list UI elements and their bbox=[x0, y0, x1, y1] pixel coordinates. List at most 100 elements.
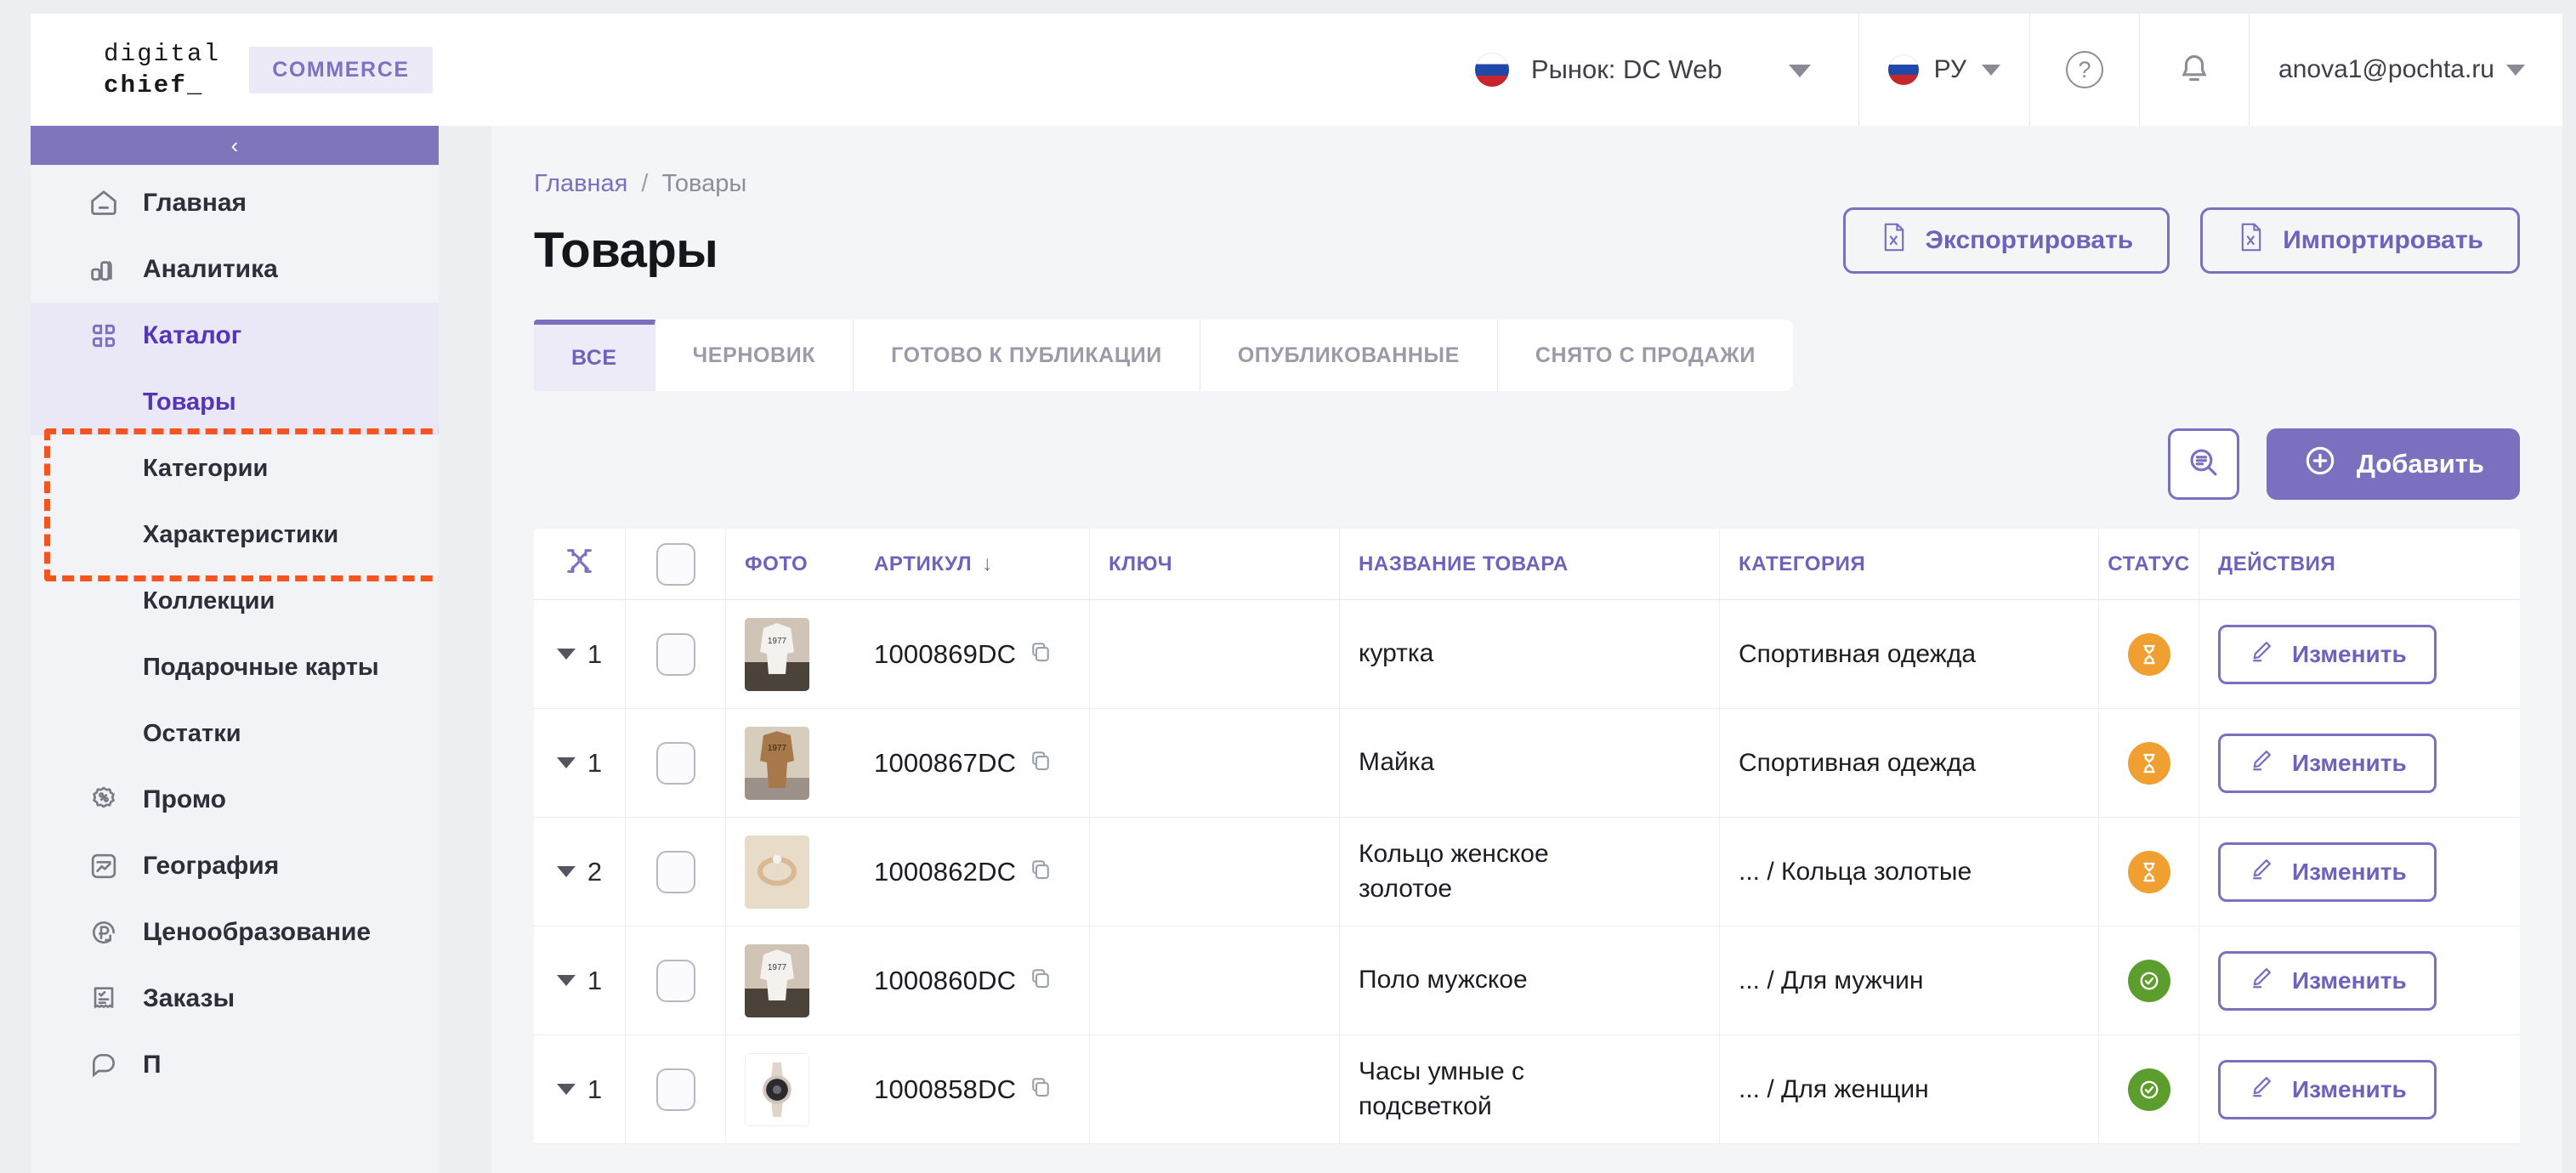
brand[interactable]: digital chief_ COMMERCE bbox=[31, 38, 433, 101]
sidebar-collapse-button[interactable]: ‹ bbox=[31, 126, 439, 165]
tab-snyato-s-prodazhi[interactable]: СНЯТО С ПРОДАЖИ bbox=[1497, 320, 1793, 391]
notifications-button[interactable] bbox=[2139, 14, 2249, 126]
add-button[interactable]: Добавить bbox=[2266, 428, 2520, 500]
column-header-category[interactable]: КАТЕГОРИЯ bbox=[1719, 529, 2098, 599]
sidebar-item-tovary[interactable]: Товары bbox=[31, 369, 439, 435]
row-actions: Изменить bbox=[2199, 926, 2520, 1034]
row-sku: 1000858DC bbox=[855, 1035, 1090, 1143]
copy-icon[interactable] bbox=[1028, 748, 1053, 778]
column-header-status[interactable]: СТАТУС bbox=[2098, 529, 2199, 599]
column-header-name[interactable]: НАЗВАНИЕ ТОВАРА bbox=[1340, 529, 1719, 599]
sidebar-item-kategorii[interactable]: Категории bbox=[31, 435, 439, 502]
brand-logo-line2: chief_ bbox=[104, 71, 204, 99]
row-expand-toggle[interactable]: 1 bbox=[534, 1035, 626, 1143]
language-selector[interactable]: РУ bbox=[1858, 14, 2029, 126]
row-photo bbox=[726, 1035, 855, 1143]
tab-opublikovannye[interactable]: ОПУБЛИКОВАННЫЕ bbox=[1200, 320, 1498, 391]
row-checkbox[interactable] bbox=[626, 818, 726, 926]
row-expand-toggle[interactable]: 1 bbox=[534, 926, 626, 1034]
copy-icon[interactable] bbox=[1028, 966, 1053, 995]
variant-count: 1 bbox=[587, 747, 603, 778]
sidebar-item-kollekcii[interactable]: Коллекции bbox=[31, 568, 439, 634]
chat-icon bbox=[85, 1046, 122, 1084]
sidebar-item-analitika[interactable]: Аналитика bbox=[31, 236, 439, 303]
pencil-icon bbox=[2248, 964, 2275, 997]
help-button[interactable]: ? bbox=[2029, 14, 2139, 126]
collapse-all-button[interactable] bbox=[534, 529, 626, 599]
tab-gotovo-k-publikacii[interactable]: ГОТОВО К ПУБЛИКАЦИИ bbox=[854, 320, 1200, 391]
table-row[interactable]: 2 1000862DC Кольцо женское золотое ... /… bbox=[534, 818, 2520, 926]
sidebar-item-glavnaya[interactable]: Главная bbox=[31, 170, 439, 236]
row-checkbox[interactable] bbox=[626, 709, 726, 817]
chevron-down-icon bbox=[1982, 64, 2001, 76]
breadcrumb-root[interactable]: Главная bbox=[534, 170, 627, 198]
user-menu[interactable]: anova1@pochta.ru bbox=[2249, 14, 2562, 126]
sidebar-item-ostatki[interactable]: Остатки bbox=[31, 700, 439, 767]
sidebar-item-harakteristiki[interactable]: Характеристики bbox=[31, 502, 439, 568]
edit-button[interactable]: Изменить bbox=[2218, 950, 2437, 1011]
row-category: ... / Для женщин bbox=[1719, 1035, 2098, 1143]
column-header-photo[interactable]: ФОТО bbox=[726, 529, 855, 599]
table-row[interactable]: 1 1000858DC Часы умные с подсветкой ... … bbox=[534, 1035, 2520, 1144]
language-label: РУ bbox=[1933, 55, 1967, 83]
sidebar-item-geografiya[interactable]: География bbox=[31, 833, 439, 899]
row-status bbox=[2098, 600, 2199, 708]
sidebar: ‹ Главная Аналитика Каталог Товары Катег… bbox=[31, 126, 439, 1173]
tab-vse[interactable]: ВСЕ bbox=[534, 320, 655, 391]
row-expand-toggle[interactable]: 1 bbox=[534, 709, 626, 817]
sidebar-item-zakazy[interactable]: Заказы bbox=[31, 966, 439, 1032]
sidebar-item-podarochnye-karty[interactable]: Подарочные карты bbox=[31, 634, 439, 700]
status-badge bbox=[2127, 850, 2170, 893]
sidebar-subitem-label: Остатки bbox=[143, 719, 241, 747]
copy-icon[interactable] bbox=[1028, 639, 1053, 669]
column-header-actions[interactable]: ДЕЙСТВИЯ bbox=[2199, 529, 2520, 599]
row-checkbox[interactable] bbox=[626, 600, 726, 708]
sidebar-item-cenoobrazovanie[interactable]: Ценообразование bbox=[31, 899, 439, 966]
edit-button[interactable]: Изменить bbox=[2218, 1059, 2437, 1119]
search-list-icon bbox=[2185, 444, 2222, 485]
row-photo: 1977 bbox=[726, 600, 855, 708]
market-selector[interactable]: Рынок: DC Web bbox=[1446, 14, 1858, 126]
table-row[interactable]: 1 1977 1000860DC Поло мужское ... / Для … bbox=[534, 926, 2520, 1035]
file-excel-icon bbox=[2237, 221, 2266, 260]
edit-button[interactable]: Изменить bbox=[2218, 624, 2437, 684]
export-button[interactable]: Экспортировать bbox=[1842, 207, 2170, 274]
sidebar-item-label: Главная bbox=[143, 189, 247, 217]
market-label: Рынок: DC Web bbox=[1530, 54, 1722, 84]
edit-button[interactable]: Изменить bbox=[2218, 842, 2437, 902]
chevron-down-icon bbox=[556, 757, 576, 768]
row-name: Кольцо женское золотое bbox=[1340, 818, 1719, 926]
row-category: ... / Кольца золотые bbox=[1719, 818, 2098, 926]
copy-icon[interactable] bbox=[1028, 857, 1053, 887]
row-sku: 1000869DC bbox=[855, 600, 1090, 708]
add-button-label: Добавить bbox=[2356, 449, 2484, 479]
search-filter-button[interactable] bbox=[2167, 428, 2239, 500]
row-expand-toggle[interactable]: 1 bbox=[534, 600, 626, 708]
row-expand-toggle[interactable]: 2 bbox=[534, 818, 626, 926]
sidebar-item-promo[interactable]: Промо bbox=[31, 767, 439, 833]
variant-count: 1 bbox=[587, 965, 603, 995]
collapse-arrows-icon bbox=[563, 544, 597, 584]
table-row[interactable]: 1 1977 1000869DC куртка Спортивная одежд… bbox=[534, 600, 2520, 709]
row-photo: 1977 bbox=[726, 709, 855, 817]
sidebar-item-katalog[interactable]: Каталог bbox=[31, 303, 439, 369]
row-checkbox[interactable] bbox=[626, 1035, 726, 1143]
checkbox-box bbox=[655, 1068, 695, 1111]
row-checkbox[interactable] bbox=[626, 926, 726, 1034]
tab-label: ОПУБЛИКОВАННЫЕ bbox=[1237, 343, 1460, 367]
checkbox-box bbox=[655, 850, 695, 893]
table-row[interactable]: 1 1977 1000867DC Майка Спортивная одежда… bbox=[534, 709, 2520, 818]
column-header-label: КЛЮЧ bbox=[1109, 552, 1173, 575]
copy-icon[interactable] bbox=[1028, 1074, 1053, 1104]
edit-button[interactable]: Изменить bbox=[2218, 733, 2437, 793]
row-key bbox=[1090, 1035, 1340, 1143]
column-header-sku[interactable]: АРТИКУЛ ↓ bbox=[855, 529, 1090, 599]
flag-ru-icon bbox=[1887, 54, 1919, 85]
column-header-key[interactable]: КЛЮЧ bbox=[1090, 529, 1340, 599]
import-button[interactable]: Импортировать bbox=[2200, 207, 2520, 274]
tab-chernovik[interactable]: ЧЕРНОВИК bbox=[655, 320, 854, 391]
product-name: Кольцо женское золотое bbox=[1359, 840, 1549, 903]
select-all-checkbox[interactable] bbox=[626, 529, 726, 599]
sidebar-item-partial[interactable]: П bbox=[31, 1032, 439, 1098]
svg-text:1977: 1977 bbox=[768, 637, 787, 646]
